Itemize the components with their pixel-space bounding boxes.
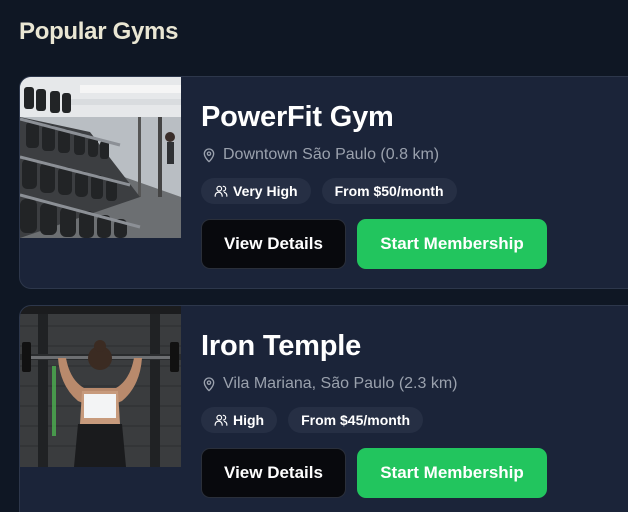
gym-location-text: Vila Mariana, São Paulo (2.3 km) [223,375,458,392]
traffic-label: Very High [233,183,298,199]
page: Popular Gyms PowerFit Gym Downtown São P… [0,0,628,512]
gym-location-text: Downtown São Paulo (0.8 km) [223,146,440,163]
gym-name: Iron Temple [201,330,362,362]
gym-actions: View Details Start Membership [201,448,547,498]
gym-card[interactable]: Iron Temple Vila Mariana, São Paulo (2.3… [19,305,628,512]
map-pin-icon [203,377,215,392]
price-label: From $50/month [334,183,444,199]
map-pin-icon [203,148,215,163]
gym-actions: View Details Start Membership [201,219,547,269]
price-badge: From $50/month [321,178,457,204]
gym-badges: High From $45/month [201,407,424,433]
traffic-badge: High [201,407,278,433]
users-icon [214,185,228,197]
start-membership-button[interactable]: Start Membership [357,448,547,498]
gym-photo [20,77,181,238]
gym-location: Vila Mariana, São Paulo (2.3 km) [201,375,457,393]
section-title: Popular Gyms [19,18,179,45]
gym-location: Downtown São Paulo (0.8 km) [201,146,439,164]
view-details-button[interactable]: View Details [201,448,346,498]
traffic-badge: Very High [201,178,311,204]
traffic-label: High [233,412,265,428]
start-membership-button[interactable]: Start Membership [357,219,547,269]
gym-photo [20,306,181,467]
users-icon [214,414,228,426]
gym-badges: Very High From $50/month [201,178,457,204]
gym-card[interactable]: PowerFit Gym Downtown São Paulo (0.8 km)… [19,76,628,289]
gym-name: PowerFit Gym [201,101,394,133]
price-badge: From $45/month [288,407,424,433]
view-details-button[interactable]: View Details [201,219,346,269]
price-label: From $45/month [301,412,411,428]
